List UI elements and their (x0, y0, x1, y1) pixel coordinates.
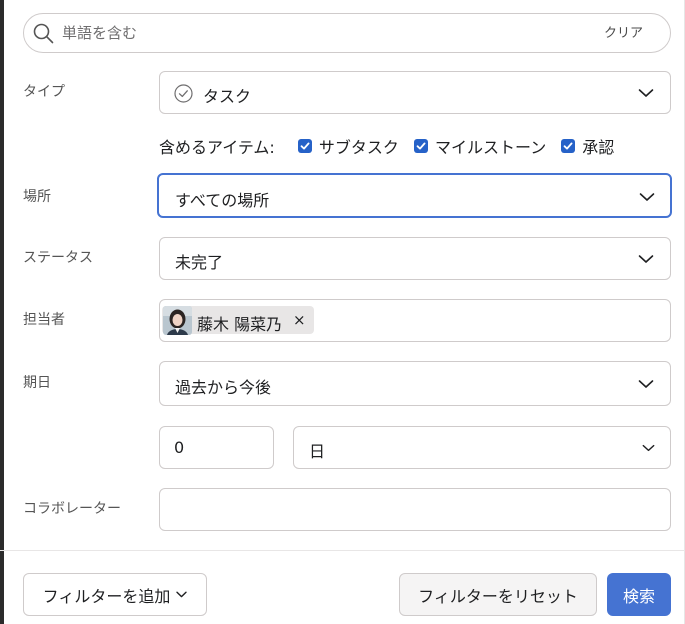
approval-checkbox-item[interactable]: 承認 (561, 134, 614, 158)
due-unit-value: 日 (309, 442, 326, 461)
chevron-down-icon (638, 380, 654, 388)
include-items-label: 含めるアイテム: (159, 138, 275, 157)
due-number-value: 0 (174, 438, 185, 457)
milestone-checkbox-item[interactable]: マイルストーン (414, 134, 546, 158)
type-value: タスク (203, 87, 252, 106)
status-label: ステータス (23, 250, 93, 266)
due-number-input[interactable]: 0 (159, 426, 274, 469)
remove-assignee-button[interactable]: × (293, 311, 306, 329)
status-select[interactable]: 未完了 (159, 237, 671, 280)
task-check-icon (174, 84, 193, 103)
avatar (163, 306, 192, 335)
assignee-label: 担当者 (23, 312, 65, 328)
search-icon (33, 23, 54, 44)
assignee-name: 藤木 陽菜乃 (197, 315, 283, 334)
due-unit-select[interactable]: 日 (293, 426, 671, 469)
chevron-down-icon (638, 255, 654, 263)
search-input[interactable] (62, 22, 582, 44)
clear-button[interactable]: クリア (604, 22, 643, 41)
add-filter-label: フィルターを追加 (42, 586, 171, 606)
approval-checkbox[interactable] (561, 139, 576, 153)
footer-divider (0, 550, 685, 551)
approval-label: 承認 (582, 138, 615, 157)
subtask-label: サブタスク (318, 138, 399, 157)
due-date-label: 期日 (23, 375, 51, 391)
collaborators-input[interactable] (159, 488, 671, 531)
collaborators-label: コラボレーター (23, 501, 121, 517)
checkmark-icon (563, 142, 573, 150)
location-label: 場所 (23, 189, 51, 205)
checkmark-icon (300, 142, 310, 150)
milestone-checkbox[interactable] (414, 139, 428, 153)
type-label: タイプ (23, 84, 65, 100)
chevron-down-icon (638, 89, 654, 97)
location-value: すべての場所 (175, 191, 270, 210)
subtask-checkbox-item[interactable]: サブタスク (297, 134, 399, 158)
left-window-edge (0, 0, 4, 624)
chevron-down-icon (639, 193, 655, 201)
subtask-checkbox[interactable] (297, 139, 312, 153)
include-items-row: 含めるアイテム: サブタスク マイルストーン 承認 (159, 134, 624, 157)
milestone-label: マイルストーン (435, 138, 547, 157)
reset-filters-label: フィルターをリセット (418, 586, 578, 606)
add-filter-button[interactable]: フィルターを追加 (23, 573, 207, 616)
location-select[interactable]: すべての場所 (157, 173, 672, 218)
reset-filters-button[interactable]: フィルターをリセット (399, 573, 597, 616)
due-date-select[interactable]: 過去から今後 (159, 361, 671, 406)
chevron-down-icon (642, 444, 655, 452)
search-button[interactable]: 検索 (607, 573, 671, 616)
chevron-down-icon (176, 591, 188, 598)
checkmark-icon (416, 142, 426, 150)
due-date-value: 過去から今後 (175, 378, 272, 397)
search-button-label: 検索 (622, 586, 655, 606)
type-select[interactable]: タスク (159, 71, 671, 114)
status-value: 未完了 (175, 253, 224, 272)
